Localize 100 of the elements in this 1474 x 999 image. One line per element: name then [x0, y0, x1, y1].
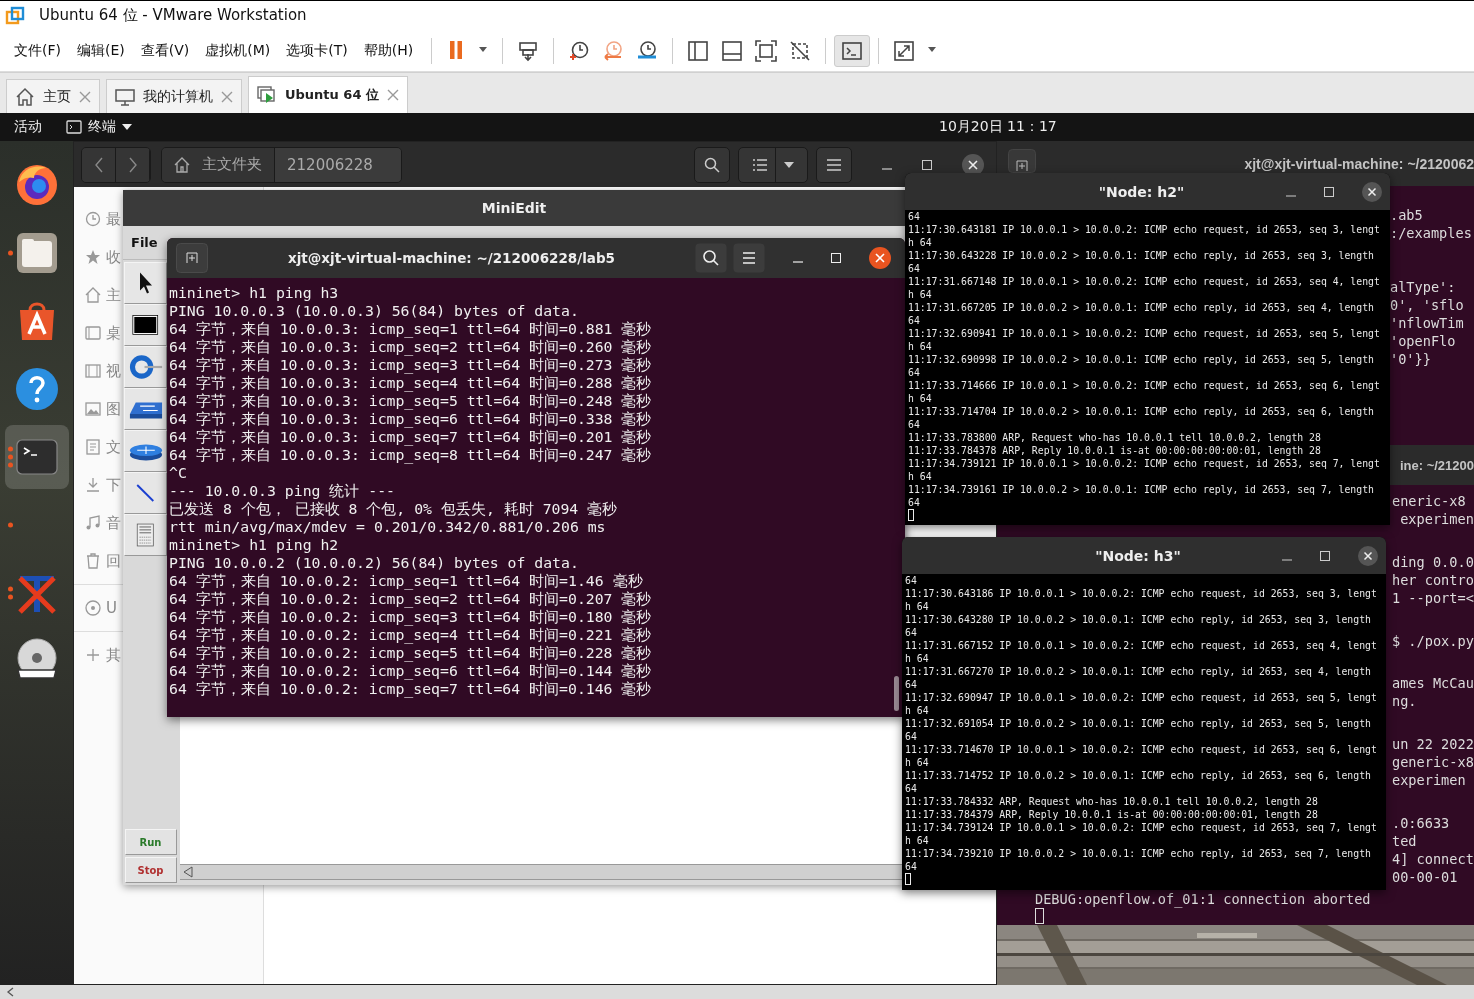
terminal-line: 11:17:33.783800 ARP, Request who-has 10.0.0.1 tell 10.0.0.2, length 28: [908, 431, 1322, 444]
server-tool[interactable]: [124, 514, 167, 556]
terminal-line: ted: [1392, 832, 1418, 850]
terminal-line: 00-00-01: [1392, 868, 1459, 886]
menu-item[interactable]: 帮助(H): [357, 37, 420, 64]
sidebar-item[interactable]: 桌: [74, 314, 123, 352]
unity-off-icon[interactable]: [789, 39, 812, 62]
terminal-launcher[interactable]: [4, 425, 69, 489]
sidebar-item[interactable]: 收: [74, 238, 123, 276]
menu-icon[interactable]: [733, 243, 765, 273]
menu-icon: [827, 158, 841, 171]
sidebar-item[interactable]: 图: [74, 390, 123, 428]
terminal-line: 64 字节，来自 10.0.0.3: icmp_seq=7 ttl=64 时间=0.201 毫秒: [169, 428, 653, 446]
terminal-line: h 64: [905, 756, 930, 769]
terminal-line: '0'}}: [1390, 350, 1432, 368]
terminal-line: 64: [905, 626, 918, 639]
path-button[interactable]: 212006228: [274, 147, 401, 182]
close-icon[interactable]: [1358, 545, 1378, 566]
terminal-line: h 64: [908, 288, 933, 301]
console-icon[interactable]: [841, 39, 864, 62]
vm-play-icon: [257, 85, 277, 105]
menu-item[interactable]: 编辑(E): [71, 37, 131, 64]
sidebar-item[interactable]: 主: [74, 276, 123, 314]
terminal-line: 4] connect: [1392, 850, 1474, 868]
sidebar-item[interactable]: 视: [74, 352, 123, 390]
terminal-line: 11:17:30.643228 IP 10.0.0.2 > 10.0.0.1: ICMP echo reply, id 2653, seq 3, length: [908, 249, 1375, 262]
terminal-line: 11:17:33.714752 IP 10.0.0.2 > 10.0.0.1: ICMP echo reply, id 2653, seq 6, length: [905, 769, 1372, 782]
stop-button[interactable]: Stop: [124, 857, 177, 883]
text-cursor: [908, 509, 914, 521]
scrollbar-thumb[interactable]: [894, 676, 899, 711]
terminal-line: 64: [905, 574, 918, 587]
app-menu[interactable]: 终端: [66, 118, 132, 136]
console-button[interactable]: [834, 34, 871, 67]
router-tool[interactable]: [124, 430, 167, 472]
run-button[interactable]: Run: [124, 829, 177, 855]
terminal-line: generic-x8: [1392, 753, 1474, 772]
window-title: "Node: h2": [1097, 183, 1186, 200]
back-button[interactable]: [82, 147, 116, 182]
terminal-line: h 64: [908, 470, 933, 483]
close-icon[interactable]: [1362, 181, 1382, 202]
sidebar-item[interactable]: 音: [74, 504, 123, 542]
stretch-icon[interactable]: [893, 39, 916, 62]
activities-button[interactable]: 活动: [0, 118, 56, 136]
maximize-icon[interactable]: [1320, 550, 1330, 561]
terminal-line: 11:17:32.691054 IP 10.0.0.2 > 10.0.0.1: ICMP echo reply, id 2653, seq 5, length: [905, 717, 1372, 730]
terminal-line: 'nflowTim: [1390, 314, 1465, 332]
new-tab-icon[interactable]: [1008, 149, 1036, 173]
monitor-tool[interactable]: [124, 304, 167, 346]
help-icon[interactable]: [13, 366, 60, 412]
menu-button[interactable]: [816, 146, 852, 183]
switch-tool[interactable]: [124, 388, 167, 430]
sidebar-item[interactable]: U: [74, 589, 123, 627]
horizontal-scrollbar[interactable]: [180, 864, 905, 880]
sidebar-item[interactable]: 文: [74, 428, 123, 466]
close-icon[interactable]: [869, 247, 891, 269]
new-tab-icon[interactable]: [176, 243, 208, 273]
sidebar-layout-icon[interactable]: [687, 39, 710, 62]
caret-icon: [122, 123, 132, 131]
path-button[interactable]: 主文件夹: [162, 147, 274, 182]
search-button[interactable]: [694, 146, 730, 183]
sidebar-item[interactable]: 最: [74, 200, 123, 238]
controller-tool[interactable]: [124, 346, 167, 388]
terminal-line: 11:17:33.784378 ARP, Reply 10.0.0.1 is-at 00:00:00:00:00:01, length 28: [908, 444, 1322, 457]
horizontal-scrollbar[interactable]: [0, 985, 1474, 999]
maximize-icon[interactable]: [922, 159, 932, 170]
tab[interactable]: Ubuntu 64 位: [248, 76, 408, 113]
terminal-line: .0:6633: [1392, 814, 1451, 832]
terminal-line: ames McCau: [1392, 674, 1474, 693]
terminal-line: 11:17:34.739210 IP 10.0.0.2 > 10.0.0.1: ICMP echo reply, id 2653, seq 7, length: [905, 847, 1372, 860]
menu-item[interactable]: 查看(V): [134, 37, 196, 64]
tab[interactable]: 主页: [6, 79, 100, 113]
sidebar-item[interactable]: 下: [74, 466, 123, 504]
fullscreen-icon[interactable]: [755, 39, 778, 62]
cursor-tool[interactable]: [124, 262, 167, 304]
search-icon[interactable]: [695, 243, 727, 273]
recent-icon: [85, 211, 101, 227]
terminal-line: ng.: [1392, 692, 1418, 711]
forward-button[interactable]: [116, 147, 150, 182]
clock[interactable]: 10月20日 11：17: [939, 118, 1057, 136]
menu-item[interactable]: 文件(F): [8, 37, 67, 64]
menu-item[interactable]: 选项卡(T): [280, 37, 354, 64]
maximize-icon[interactable]: [1324, 186, 1334, 197]
home-icon: [85, 287, 101, 303]
terminal-line: 11:17:32.690998 IP 10.0.0.2 > 10.0.0.1: ICMP echo reply, id 2653, seq 5, length: [908, 353, 1375, 366]
disc-icon: [85, 600, 101, 616]
clock-arrow-icon[interactable]: [602, 39, 625, 62]
line-tool[interactable]: [124, 472, 167, 514]
sidebar-item[interactable]: 回: [74, 542, 123, 580]
terminal-line: 64: [905, 860, 918, 873]
bottom-panel-icon[interactable]: [721, 39, 744, 62]
terminal-line: 64 字节，来自 10.0.0.2: icmp_seq=2 ttl=64 时间=0.207 毫秒: [169, 590, 653, 608]
sidebar-item[interactable]: 其: [74, 636, 123, 674]
terminal-line: 11:17:31.667205 IP 10.0.0.2 > 10.0.0.1: ICMP echo reply, id 2653, seq 4, length: [908, 301, 1375, 314]
menu-item[interactable]: 虚拟机(M): [199, 37, 277, 64]
tab[interactable]: 我的计算机: [106, 79, 242, 113]
terminal-line: 11:17:31.667148 IP 10.0.0.1 > 10.0.0.2: ICMP echo request, id 2653, seq 4, lengt: [908, 275, 1381, 288]
clock-plus-icon[interactable]: [568, 39, 591, 62]
keyboard-icon[interactable]: [517, 39, 540, 62]
menu-item[interactable]: File: [131, 235, 158, 250]
view-button[interactable]: [738, 146, 808, 183]
